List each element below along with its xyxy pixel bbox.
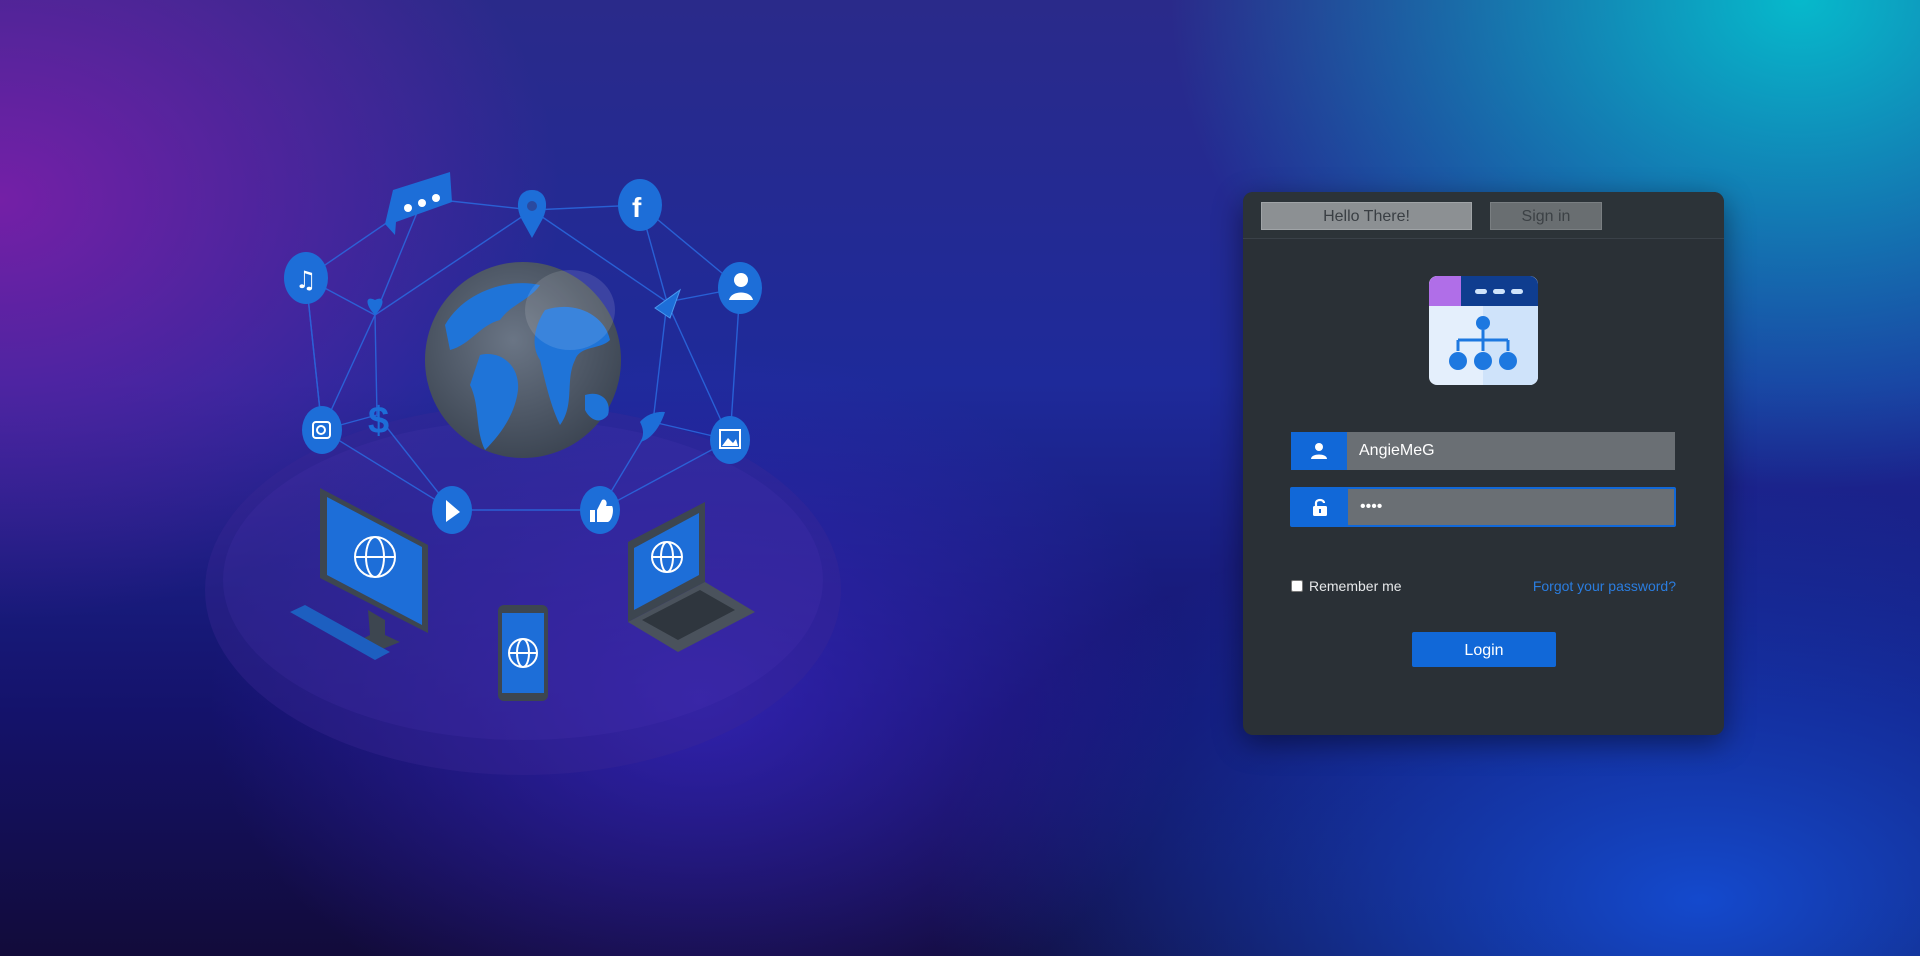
facebook-icon: f [618, 179, 662, 231]
username-field [1291, 432, 1675, 470]
tab-sign-in[interactable]: Sign in [1490, 202, 1602, 230]
network-illustration: f ♫ $ [205, 172, 841, 775]
smartphone-icon [498, 605, 548, 701]
remember-me[interactable]: Remember me [1291, 578, 1402, 594]
location-pin-icon [517, 190, 547, 238]
image-icon [710, 416, 750, 464]
dollar-icon: $ [368, 400, 389, 442]
chat-bubble-icon [385, 172, 452, 235]
login-card: Hello There! Sign in Remember me Forgot … [1243, 192, 1724, 735]
svg-text:f: f [632, 192, 642, 223]
username-input[interactable] [1347, 432, 1675, 470]
user-icon [1291, 432, 1347, 470]
login-button[interactable]: Login [1412, 632, 1556, 667]
video-play-icon [432, 486, 472, 534]
user-profile-icon [718, 262, 762, 314]
password-input[interactable] [1348, 489, 1674, 525]
svg-text:♫: ♫ [295, 266, 317, 294]
remember-me-checkbox[interactable] [1291, 580, 1303, 592]
remember-me-label: Remember me [1309, 578, 1402, 594]
password-field [1290, 487, 1676, 527]
svg-text:$: $ [368, 400, 389, 442]
music-note-icon: ♫ [284, 252, 328, 304]
send-icon [654, 288, 682, 319]
tab-hello-there[interactable]: Hello There! [1261, 202, 1472, 230]
globe-icon [425, 262, 621, 458]
camera-icon [302, 406, 342, 454]
thumbs-up-icon [580, 486, 620, 534]
forgot-password-link[interactable]: Forgot your password? [1533, 578, 1676, 594]
card-header: Hello There! Sign in [1243, 192, 1724, 239]
unlock-icon [1292, 489, 1348, 525]
sitemap-window-icon [1429, 276, 1538, 385]
